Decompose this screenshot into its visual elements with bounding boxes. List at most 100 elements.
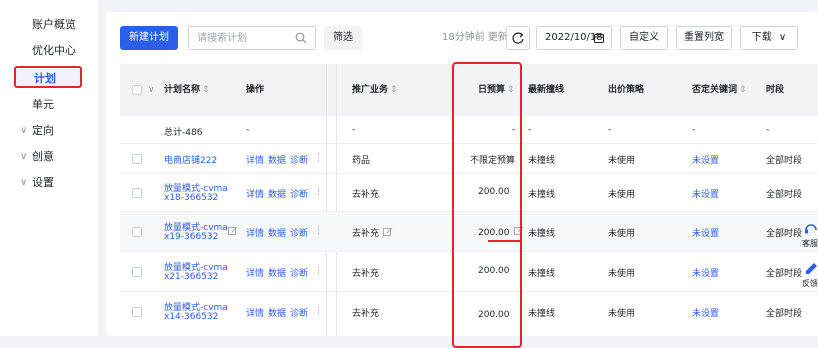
op-detail-link[interactable]: 详情	[246, 266, 264, 279]
edit-icon[interactable]	[513, 226, 524, 236]
chevron-down-icon: ∨	[778, 32, 787, 43]
row-checkbox[interactable]	[132, 154, 142, 164]
customer-service-tool[interactable]: 客服	[802, 222, 818, 256]
summary-time: -	[766, 125, 770, 135]
more-icon[interactable]: ⋮	[314, 187, 323, 197]
pencil-icon	[806, 263, 817, 274]
table-row: 放量模式-cvma x18-366532 详情 数据 诊断 ⋮ 去补充 200.…	[120, 174, 818, 212]
summary-bid-strategy: -	[608, 125, 612, 135]
customer-service-label: 客服	[802, 239, 818, 248]
op-diagnose-link[interactable]: 诊断	[290, 306, 308, 319]
custom-button[interactable]: 自定义	[620, 26, 668, 50]
op-diagnose-link[interactable]: 诊断	[290, 187, 308, 200]
more-icon[interactable]: ⋮	[314, 266, 323, 276]
plan-table: ∨ 计划名称 ⇕ 操作 推广业务 ⇕ 日预算 ⇕ 最新撞线 出价策略 否定关键词 ⇕ 时…	[120, 64, 818, 336]
header-time: 时段	[766, 85, 785, 95]
op-diagnose-link[interactable]: 诊断	[290, 226, 308, 239]
op-diagnose-link[interactable]: 诊断	[290, 153, 308, 166]
updated-time: 18分钟前 更新	[442, 32, 508, 43]
filter-button[interactable]: 筛选	[324, 26, 362, 50]
sidebar-item-account-overview[interactable]: 账户概览	[0, 14, 98, 36]
op-data-link[interactable]: 数据	[268, 306, 286, 319]
plan-name-link-line2[interactable]: x19-366532	[164, 232, 218, 242]
sidebar-item-label: 单元	[32, 98, 54, 111]
row-checkbox[interactable]	[132, 267, 142, 277]
sort-icon: ⇕	[739, 85, 747, 95]
header-bid-strategy: 出价策略	[608, 85, 645, 95]
sidebar-item-creative[interactable]: ∨ 创意	[0, 146, 98, 168]
op-data-link[interactable]: 数据	[268, 153, 286, 166]
header-label: 计划名称	[164, 85, 201, 95]
header-label: 否定关键词	[692, 85, 738, 95]
negative-kw-link[interactable]: 未设置	[692, 187, 719, 200]
negative-kw-link[interactable]: 未设置	[692, 266, 719, 279]
op-data-link[interactable]: 数据	[268, 226, 286, 239]
plan-name-link-line2[interactable]: x14-366532	[164, 312, 218, 322]
sidebar-item-targeting[interactable]: ∨ 定向	[0, 120, 98, 142]
negative-kw-link[interactable]: 未设置	[692, 226, 719, 239]
refresh-button[interactable]	[506, 26, 530, 50]
more-icon[interactable]: ⋮	[314, 226, 323, 236]
more-icon[interactable]: ⋮	[314, 306, 323, 316]
table-row: 电商店铺222 详情 数据 诊断 ⋮ 药品 不限定预算 未撞线 未使用 未设置 …	[120, 144, 818, 174]
select-all-checkbox[interactable]	[132, 85, 142, 95]
header-budget[interactable]: 日预算 ⇕	[478, 64, 515, 116]
business-cell: 去补充	[352, 309, 380, 319]
download-button[interactable]: 下载 ∨	[740, 26, 798, 50]
plan-name-link-line2[interactable]: x21-366532	[164, 272, 218, 282]
calendar-icon	[594, 33, 604, 43]
op-detail-link[interactable]: 详情	[246, 187, 264, 200]
sidebar-item-unit[interactable]: 单元	[0, 94, 98, 116]
new-plan-button[interactable]: 新建计划	[120, 26, 178, 50]
edit-icon[interactable]	[228, 226, 238, 236]
row-checkbox[interactable]	[132, 307, 142, 317]
negative-kw-link[interactable]: 未设置	[692, 306, 719, 319]
time-cell: 全部时段	[766, 190, 803, 200]
op-data-link[interactable]: 数据	[268, 266, 286, 279]
search-input[interactable]	[189, 27, 289, 49]
negative-kw-link[interactable]: 未设置	[692, 153, 719, 166]
time-cell: 全部时段	[766, 156, 803, 166]
sidebar-item-label: 创意	[32, 150, 54, 163]
bid-strategy-cell: 未使用	[608, 229, 636, 239]
edit-icon[interactable]	[383, 227, 393, 237]
plan-name-link[interactable]: 电商店铺222	[164, 153, 217, 166]
header-bid-line: 最新撞线	[528, 85, 565, 95]
table-header: ∨ 计划名称 ⇕ 操作 推广业务 ⇕ 日预算 ⇕ 最新撞线 出价策略 否定关键词 ⇕ 时…	[120, 64, 818, 116]
table-row: 放量模式-cvma x21-366532 详情 数据 诊断 ⋮ 去补充 200.…	[120, 252, 818, 292]
summary-bid-line: -	[528, 125, 532, 135]
table-row: 放量模式-cvma x14-366532 详情 数据 诊断 ⋮ 去补充 200.…	[120, 292, 818, 336]
header-negative-kw[interactable]: 否定关键词 ⇕	[692, 64, 747, 116]
bid-strategy-cell: 未使用	[608, 269, 636, 279]
business-cell: 药品	[352, 156, 371, 166]
header-name[interactable]: 计划名称 ⇕	[164, 64, 210, 116]
search-box	[188, 26, 316, 50]
op-diagnose-link[interactable]: 诊断	[290, 266, 308, 279]
search-icon[interactable]	[295, 32, 307, 44]
op-data-link[interactable]: 数据	[268, 187, 286, 200]
reset-width-button[interactable]: 重置列宽	[676, 26, 732, 50]
feedback-tool[interactable]: 反馈	[802, 262, 818, 296]
sidebar-item-optimization[interactable]: 优化中心	[0, 40, 98, 62]
sidebar-item-label: 设置	[32, 176, 54, 189]
op-detail-link[interactable]: 详情	[246, 306, 264, 319]
row-checkbox[interactable]	[132, 188, 142, 198]
sidebar-item-plan[interactable]: 计划	[14, 66, 82, 88]
op-detail-link[interactable]: 详情	[246, 226, 264, 239]
budget-cell: 不限定预算	[470, 156, 516, 166]
sidebar: 账户概览 优化中心 计划 单元 ∨ 定向 ∨ 创意 ∨ 设置	[0, 0, 98, 336]
more-icon[interactable]: ⋮	[314, 153, 323, 163]
budget-cell: 200.00	[478, 226, 524, 238]
sidebar-item-label: 账户概览	[32, 18, 76, 31]
op-detail-link[interactable]: 详情	[246, 153, 264, 166]
time-cell: 全部时段	[766, 229, 803, 239]
budget-cell: 200.00	[478, 310, 510, 320]
header-business[interactable]: 推广业务 ⇕	[352, 64, 398, 116]
chevron-down-icon[interactable]: ∨	[148, 64, 155, 116]
sidebar-item-settings[interactable]: ∨ 设置	[0, 172, 98, 194]
date-picker[interactable]: 2022/10/18	[536, 26, 612, 50]
plan-name-link-line2[interactable]: x18-366532	[164, 193, 218, 203]
row-checkbox[interactable]	[132, 227, 142, 237]
bid-line-cell: 未撞线	[528, 309, 556, 319]
summary-name: 总计-486	[164, 128, 203, 138]
